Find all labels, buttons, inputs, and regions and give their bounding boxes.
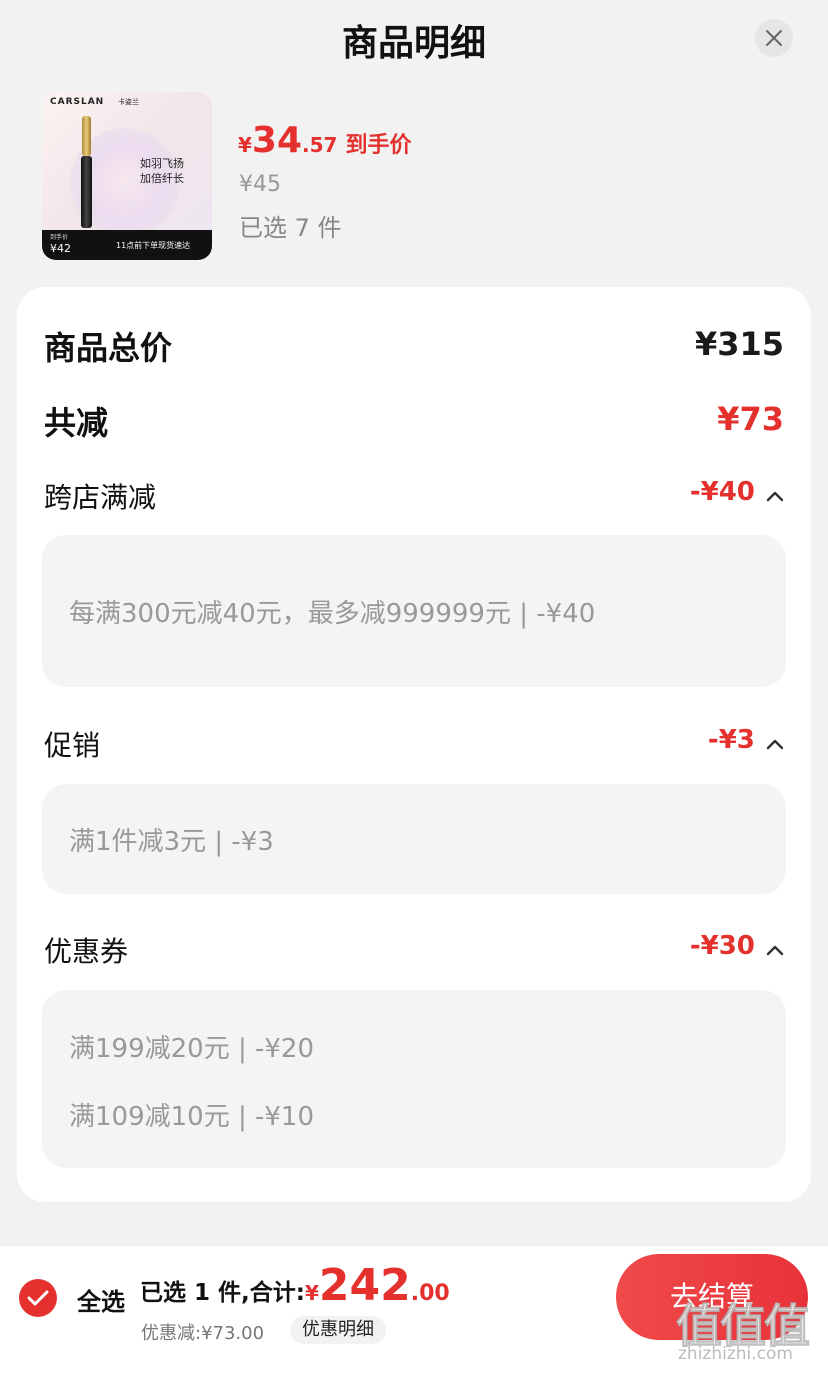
check-icon [27,1290,49,1306]
section-cross-store-toggle[interactable]: -¥40 [690,477,784,507]
original-price: ¥45 [239,172,281,197]
product-thumbnail[interactable]: CARSLAN 卡姿兰 如羽飞扬 加倍纤长 到手价 ¥42 11点前下单现货速达 [42,92,212,260]
deal-price-symbol: ¥ [238,133,252,157]
product-price-bar: 到手价 ¥42 11点前下单现货速达 [42,230,212,260]
reduce-label: 共减 [44,404,109,442]
product-slogan-line1: 如羽飞扬 [140,157,184,170]
section-coupon-toggle[interactable]: -¥30 [690,931,784,961]
product-slogan: 如羽飞扬 加倍纤长 [140,156,184,186]
section-promo-item: 满1件减3元 | -¥3 [69,827,274,857]
section-cross-store-item: 每满300元减40元，最多减999999元 | -¥40 [69,599,596,629]
total-int: 242 [318,1260,411,1311]
product-shipping-note: 11点前下单现货速达 [116,241,191,250]
reduce-value: ¥73 [717,400,784,438]
header: 商品明细 [0,0,828,80]
product-brand-cn: 卡姿兰 [118,98,139,106]
chevron-up-icon [766,739,784,749]
section-promo-label: 促销 [44,729,101,762]
mascara-cap [82,116,91,156]
section-coupon-label: 优惠券 [44,935,129,968]
section-coupon-item: 满109减10元 | -¥10 [69,1102,315,1132]
summary-text: 已选 1 件,合计: [140,1280,305,1306]
close-button[interactable] [755,19,793,57]
watermark-url: zhizhizhi.com [678,1344,793,1364]
chevron-up-icon [766,945,784,955]
select-all-checkbox[interactable] [19,1279,57,1317]
section-cross-store-label: 跨店满减 [44,481,157,514]
deal-price: ¥34.57 到手价 [238,120,411,161]
total-dec: .00 [410,1281,450,1306]
page-title: 商品明细 [341,23,486,64]
mascara-body [81,156,92,228]
product-price-label: 到手价 [50,234,69,241]
close-icon [766,30,782,46]
section-coupon-item: 满199减20元 | -¥20 [69,1034,315,1064]
discount-detail-link[interactable]: 优惠明细 [290,1316,386,1344]
section-coupon-value: -¥30 [689,931,755,961]
total-label: 商品总价 [44,329,173,367]
section-promo-toggle[interactable]: -¥3 [708,725,784,755]
price-breakdown-card: 商品总价 ¥315 共减 ¥73 跨店满减 -¥40 每满300元减40元，最多… [17,287,811,1202]
section-promo-box: 满1件减3元 | -¥3 [42,784,786,894]
section-coupon-box: 满199减20元 | -¥20 满109减10元 | -¥10 [42,990,786,1168]
total-value: ¥315 [694,325,784,363]
product-slogan-line2: 加倍纤长 [140,172,184,185]
product-brand: CARSLAN [50,97,105,107]
order-summary: 已选 1 件,合计:¥242.00 [140,1260,450,1311]
section-promo-value: -¥3 [707,725,755,755]
product-image-price: ¥42 [50,242,71,255]
section-cross-store-value: -¥40 [689,477,755,507]
deal-price-int: 34 [251,120,303,161]
section-cross-store-box: 每满300元减40元，最多减999999元 | -¥40 [42,535,786,687]
selected-count: 已选 7 件 [239,214,342,242]
chevron-up-icon [766,491,784,501]
deal-price-label: 到手价 [345,133,412,158]
select-all-label[interactable]: 全选 [77,1282,125,1317]
discount-note: 优惠减:¥73.00 [141,1323,265,1344]
deal-price-dec: .57 [302,133,338,157]
total-symbol: ¥ [304,1281,319,1305]
